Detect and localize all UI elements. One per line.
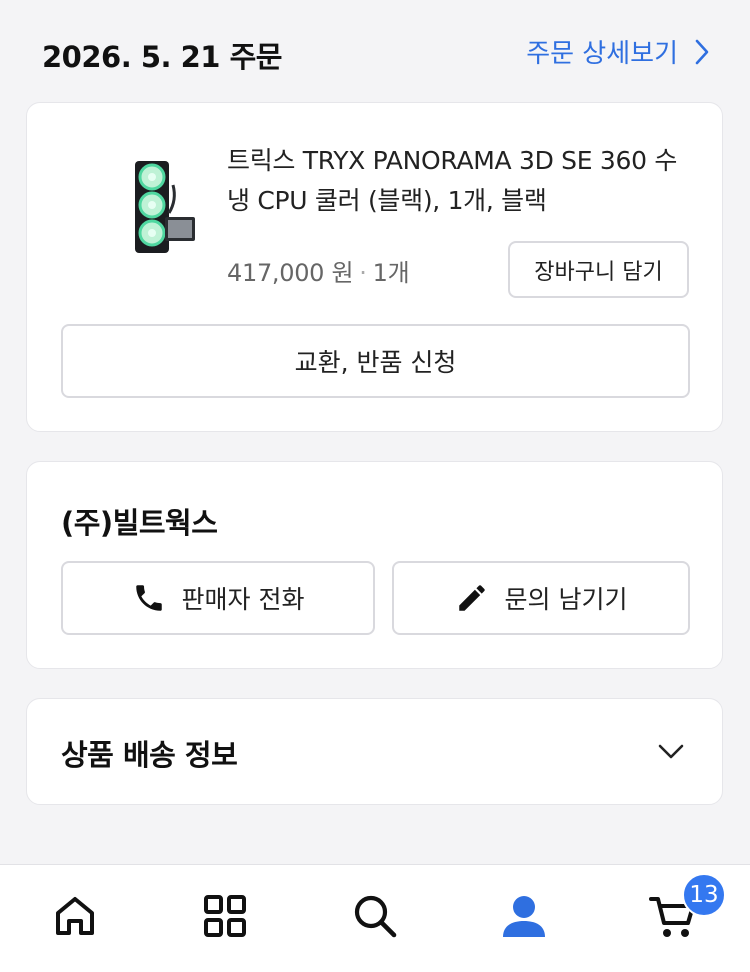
- order-detail-link[interactable]: 주문 상세보기: [526, 33, 712, 70]
- nav-home[interactable]: [50, 891, 100, 941]
- nav-mypage[interactable]: [499, 891, 549, 941]
- leave-inquiry-label: 문의 남기기: [504, 585, 628, 614]
- product-thumbnail[interactable]: [107, 155, 199, 255]
- pencil-icon: [458, 585, 485, 611]
- shipping-info-card[interactable]: 상품 배송 정보: [26, 698, 723, 805]
- call-seller-label: 판매자 전화: [181, 585, 305, 614]
- order-date-title: 2026. 5. 21 주문: [42, 40, 282, 74]
- cart-count-badge: 13: [682, 873, 726, 917]
- chevron-down-icon[interactable]: [656, 739, 686, 763]
- return-exchange-button[interactable]: 교환, 반품 신청: [61, 324, 690, 398]
- phone-icon: [135, 585, 162, 611]
- leave-inquiry-button[interactable]: 문의 남기기: [392, 561, 690, 635]
- home-icon: [56, 897, 94, 935]
- nav-category[interactable]: [200, 891, 250, 941]
- category-grid-icon: [204, 895, 246, 937]
- chevron-right-icon: [695, 39, 709, 64]
- price-line: 417,000 원 · 1개: [227, 253, 410, 288]
- add-to-cart-button[interactable]: 장바구니 담기: [508, 241, 689, 298]
- product-name[interactable]: 트릭스 TRYX PANORAMA 3D SE 360 수냉 CPU 쿨러 (블…: [227, 141, 687, 221]
- order-detail-label: 주문 상세보기: [526, 39, 678, 69]
- price-separator: ·: [359, 259, 367, 287]
- product-card: 트릭스 TRYX PANORAMA 3D SE 360 수냉 CPU 쿨러 (블…: [26, 102, 723, 432]
- shipping-info-title: 상품 배송 정보: [61, 738, 238, 772]
- product-price: 417,000 원: [227, 259, 354, 287]
- bottom-navigation: [0, 864, 750, 972]
- seller-name: (주)빌트웍스: [61, 506, 218, 540]
- call-seller-button[interactable]: 판매자 전화: [61, 561, 375, 635]
- user-icon: [503, 896, 545, 937]
- seller-card: (주)빌트웍스 판매자 전화 문의 남기기: [26, 461, 723, 669]
- search-icon: [354, 895, 397, 938]
- nav-search[interactable]: [350, 891, 400, 941]
- product-quantity: 1개: [372, 259, 410, 287]
- order-header: 2026. 5. 21 주문 주문 상세보기: [0, 0, 750, 100]
